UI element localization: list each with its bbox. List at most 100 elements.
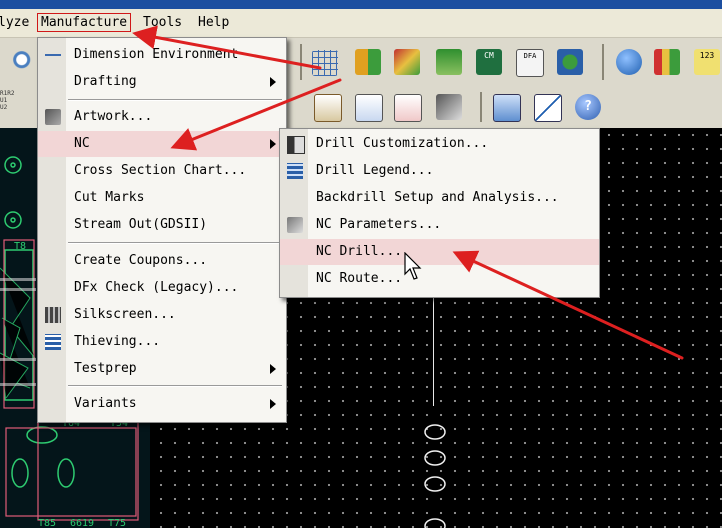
- toolbar-separator: [602, 44, 604, 80]
- menu-item-label: Artwork...: [74, 109, 153, 124]
- drill-hole: [424, 476, 446, 492]
- ref-label: T8: [14, 241, 26, 252]
- pad-hole: [10, 162, 16, 168]
- menu-item-label: Backdrill Setup and Analysis...: [316, 190, 559, 205]
- pcb-component-thumb: R1R2 U1 U2: [0, 90, 14, 111]
- pin-row: [0, 383, 36, 386]
- ref-label: T75: [108, 518, 126, 528]
- menu-item-nc[interactable]: NC: [38, 131, 286, 157]
- silk-outline: [5, 427, 137, 517]
- measure-icon-label: 123: [699, 51, 715, 60]
- silkscreen-icon: [45, 307, 61, 323]
- menu-item-label: Dimension Environment: [74, 47, 239, 62]
- menu-item-label: NC Drill...: [316, 244, 403, 259]
- book-icon[interactable]: [314, 94, 342, 122]
- menu-tools[interactable]: Tools: [143, 15, 182, 30]
- check-icon[interactable]: [394, 94, 422, 122]
- pad-hole: [10, 217, 16, 223]
- color-icon[interactable]: [355, 49, 381, 75]
- probe-icon[interactable]: [436, 94, 462, 120]
- menu-item-nc-route[interactable]: NC Route...: [280, 266, 599, 292]
- menu-item-create-coupons[interactable]: Create Coupons...: [38, 248, 286, 274]
- dfa-icon[interactable]: DFA: [516, 49, 544, 77]
- toolbar-separator: [480, 92, 482, 122]
- dfa-icon-label: DFA: [523, 52, 537, 60]
- pin-row: [0, 358, 36, 361]
- menu-item-thieving[interactable]: Thieving...: [38, 329, 286, 355]
- report-icon[interactable]: [654, 49, 680, 75]
- layers-icon[interactable]: [394, 49, 420, 75]
- artwork-icon: [45, 109, 61, 125]
- windows-icon[interactable]: [493, 94, 521, 122]
- menu-manufacture[interactable]: Manufacture: [37, 13, 132, 32]
- menu-item-drafting[interactable]: Drafting: [38, 69, 286, 95]
- menu-item-drill-customization[interactable]: Drill Customization...: [280, 131, 599, 157]
- report2-icon[interactable]: [355, 94, 383, 122]
- drill-holes: [424, 424, 446, 528]
- menu-item-label: Drill Customization...: [316, 136, 489, 151]
- submenu-arrow-icon: [270, 364, 276, 374]
- stack-icon[interactable]: [436, 49, 462, 75]
- menu-item-backdrill-setup[interactable]: Backdrill Setup and Analysis...: [280, 185, 599, 211]
- pad-oval: [11, 458, 29, 488]
- menu-item-label: NC Parameters...: [316, 217, 442, 232]
- mouse-cursor-icon: [404, 252, 422, 280]
- zoom-icon[interactable]: [10, 48, 36, 74]
- cm-icon-label: CM: [484, 51, 494, 60]
- submenu-arrow-icon: [270, 399, 276, 409]
- menu-item-stream-out[interactable]: Stream Out(GDSII): [38, 212, 286, 238]
- mail-icon[interactable]: [534, 94, 562, 122]
- menu-item-cross-section-chart[interactable]: Cross Section Chart...: [38, 158, 286, 184]
- window-title-bar: [0, 0, 722, 9]
- menu-analyze[interactable]: lyze: [0, 15, 29, 30]
- menu-item-testprep[interactable]: Testprep: [38, 356, 286, 382]
- menu-help[interactable]: Help: [198, 15, 229, 30]
- menu-item-label: Drill Legend...: [316, 163, 434, 178]
- menu-item-nc-parameters[interactable]: NC Parameters...: [280, 212, 599, 238]
- canvas-trace: [433, 296, 434, 406]
- pad-circle: [4, 156, 22, 174]
- menu-item-label: DFx Check (Legacy)...: [74, 280, 239, 295]
- toolbar-separator: [300, 44, 302, 80]
- ref-label: 6619: [70, 518, 94, 528]
- menu-item-cut-marks[interactable]: Cut Marks: [38, 185, 286, 211]
- dimension-icon: [45, 54, 61, 56]
- drill-legend-icon: [287, 163, 303, 179]
- menu-item-drill-legend[interactable]: Drill Legend...: [280, 158, 599, 184]
- menu-separator: [68, 99, 282, 101]
- thumb-label: R1R2: [0, 90, 15, 97]
- menu-item-label: NC Route...: [316, 271, 403, 286]
- info-icon[interactable]: [616, 49, 642, 75]
- menu-item-label: NC: [74, 136, 90, 151]
- menu-item-label: Cut Marks: [74, 190, 145, 205]
- thumb-label: U1: [0, 97, 8, 104]
- menu-item-label: Variants: [74, 396, 137, 411]
- menu-item-nc-drill[interactable]: NC Drill...: [280, 239, 599, 265]
- menu-item-label: Thieving...: [74, 334, 161, 349]
- menu-item-dimension-environment[interactable]: Dimension Environment: [38, 42, 286, 68]
- measure-icon[interactable]: 123: [694, 49, 720, 75]
- menu-item-label: Silkscreen...: [74, 307, 176, 322]
- manufacture-menu: Dimension Environment Drafting Artwork..…: [37, 37, 287, 423]
- ref-label: T85: [38, 518, 56, 528]
- nc-parameters-icon: [287, 217, 303, 233]
- menu-item-label: Cross Section Chart...: [74, 163, 247, 178]
- menu-item-variants[interactable]: Variants: [38, 391, 286, 417]
- drill-customization-icon: [287, 136, 305, 154]
- menu-separator: [68, 385, 282, 387]
- menu-item-artwork[interactable]: Artwork...: [38, 104, 286, 130]
- board-icon[interactable]: [557, 49, 583, 75]
- menu-item-label: Testprep: [74, 361, 137, 376]
- menu-item-silkscreen[interactable]: Silkscreen...: [38, 302, 286, 328]
- nc-submenu: Drill Customization... Drill Legend... B…: [279, 128, 600, 298]
- pad-oval: [26, 426, 58, 444]
- menu-item-label: Drafting: [74, 74, 137, 89]
- cm-icon[interactable]: CM: [476, 49, 502, 75]
- thumb-label: U2: [0, 104, 8, 111]
- drill-hole: [424, 450, 446, 466]
- help-icon[interactable]: ?: [575, 94, 601, 120]
- submenu-arrow-icon: [270, 77, 276, 87]
- menu-item-dfx-check[interactable]: DFx Check (Legacy)...: [38, 275, 286, 301]
- pin-row: [0, 278, 36, 281]
- grid-icon[interactable]: [312, 50, 338, 76]
